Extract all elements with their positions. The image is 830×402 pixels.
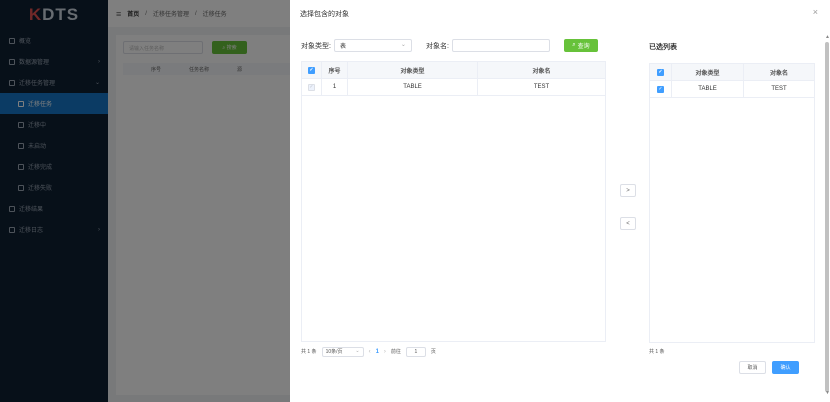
search-icon: ⌕ bbox=[572, 42, 576, 48]
pagination: 共 1 条 10条/页 ⌄ ‹ 1 › 前往 1 页 bbox=[301, 346, 436, 357]
row-checkbox[interactable]: ✓ bbox=[657, 85, 664, 93]
confirm-button[interactable]: 确认 bbox=[772, 361, 799, 374]
scroll-down-icon[interactable]: ▼ bbox=[825, 390, 830, 396]
next-page-icon[interactable]: › bbox=[384, 349, 386, 355]
drawer-title: 选择包含的对象 bbox=[300, 11, 349, 18]
close-icon[interactable]: × bbox=[813, 7, 818, 17]
select-all-checkbox[interactable]: ✓ bbox=[308, 66, 315, 74]
object-name-input[interactable] bbox=[451, 39, 550, 52]
row-checkbox[interactable]: ✓ bbox=[308, 83, 315, 91]
goto-page-input[interactable]: 1 bbox=[405, 346, 426, 357]
page-size-select[interactable]: 10条/页 ⌄ bbox=[321, 346, 364, 357]
select-all-checkbox[interactable]: ✓ bbox=[657, 68, 664, 76]
object-name-label: 对象名: bbox=[425, 42, 449, 50]
move-right-button[interactable]: > bbox=[620, 184, 636, 197]
selected-list-title: 已选列表 bbox=[649, 44, 677, 51]
scroll-up-icon[interactable]: ▲ bbox=[825, 34, 830, 40]
column-object-type: 对象类型 bbox=[672, 64, 744, 80]
chevron-down-icon: ⌄ bbox=[400, 42, 406, 48]
table-row[interactable]: ✓ 1 TABLE TEST bbox=[302, 79, 605, 96]
selected-objects-table: ✓ 对象类型 对象名 ✓ TABLE TEST bbox=[649, 63, 815, 343]
page-suffix: 页 bbox=[430, 349, 436, 355]
table-row[interactable]: ✓ TABLE TEST bbox=[650, 81, 814, 98]
object-type-select[interactable]: 表 ⌄ bbox=[333, 39, 412, 52]
table-header: ✓ 序号 对象类型 对象名 bbox=[302, 62, 605, 79]
selected-total: 共 1 条 bbox=[649, 349, 665, 355]
object-type-label: 对象类型: bbox=[301, 42, 331, 50]
column-index: 序号 bbox=[322, 62, 348, 78]
prev-page-icon[interactable]: ‹ bbox=[369, 349, 371, 355]
select-objects-drawer: 选择包含的对象 × 对象类型: 表 ⌄ 对象名: ⌕ 查询 ✓ 序号 对象类型 … bbox=[290, 0, 830, 402]
column-object-type: 对象类型 bbox=[348, 62, 478, 78]
pager-total: 共 1 条 bbox=[301, 349, 317, 355]
available-objects-table: ✓ 序号 对象类型 对象名 ✓ 1 TABLE TEST bbox=[301, 61, 606, 342]
cancel-button[interactable]: 取消 bbox=[739, 361, 766, 374]
chevron-down-icon: ⌄ bbox=[355, 347, 360, 354]
filter-row: 对象类型: 表 ⌄ 对象名: ⌕ 查询 bbox=[301, 39, 598, 52]
query-button[interactable]: ⌕ 查询 bbox=[563, 39, 598, 52]
move-left-button[interactable]: < bbox=[620, 217, 636, 230]
scrollbar[interactable]: ▲ ▼ bbox=[825, 34, 830, 396]
page-number[interactable]: 1 bbox=[376, 349, 379, 355]
scrollbar-thumb[interactable] bbox=[825, 42, 829, 392]
table-header: ✓ 对象类型 对象名 bbox=[650, 64, 814, 81]
goto-label: 前往 bbox=[390, 349, 401, 355]
column-object-name: 对象名 bbox=[769, 70, 788, 77]
column-object-name: 对象名 bbox=[532, 68, 551, 75]
